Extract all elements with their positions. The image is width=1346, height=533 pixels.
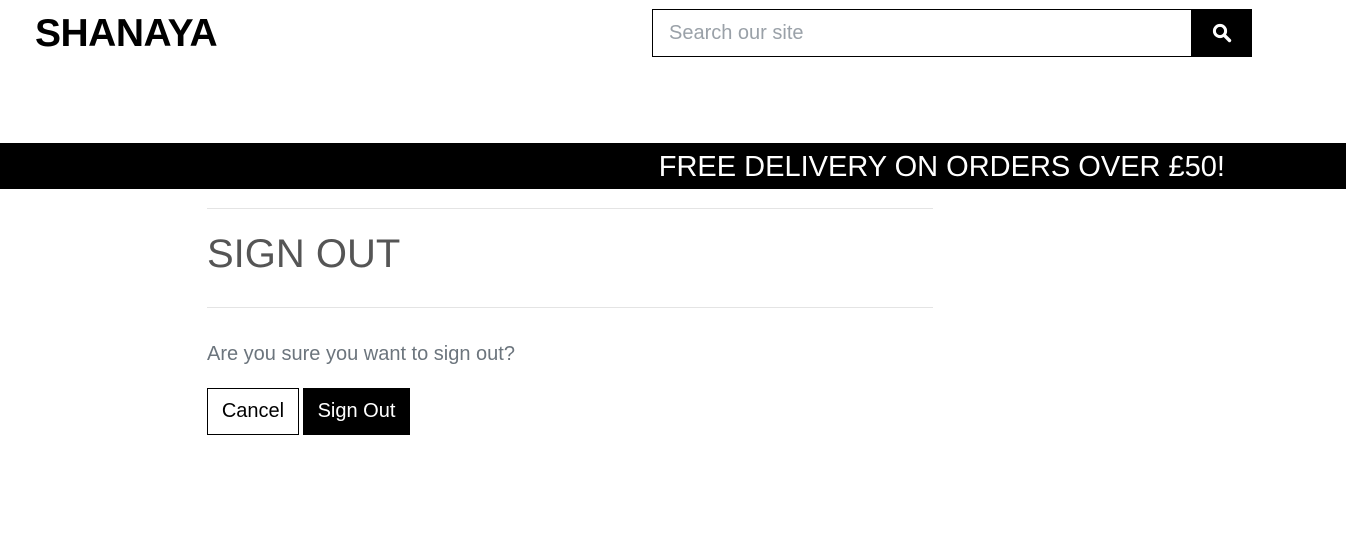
sign-out-button[interactable]: Sign Out	[303, 388, 410, 435]
divider-bottom	[207, 307, 933, 308]
cancel-button[interactable]: Cancel	[207, 388, 299, 435]
promo-banner: FREE DELIVERY ON ORDERS OVER £50!	[0, 143, 1346, 189]
search-input[interactable]	[652, 9, 1191, 57]
site-logo[interactable]: SHANAYA	[35, 12, 218, 56]
page-title: SIGN OUT	[207, 232, 401, 276]
promo-banner-text: FREE DELIVERY ON ORDERS OVER £50!	[658, 151, 1225, 183]
divider-top	[207, 208, 933, 209]
search-form	[652, 9, 1252, 57]
search-icon	[1212, 23, 1231, 43]
search-button[interactable]	[1191, 9, 1252, 57]
signout-confirm-message: Are you sure you want to sign out?	[207, 343, 515, 365]
